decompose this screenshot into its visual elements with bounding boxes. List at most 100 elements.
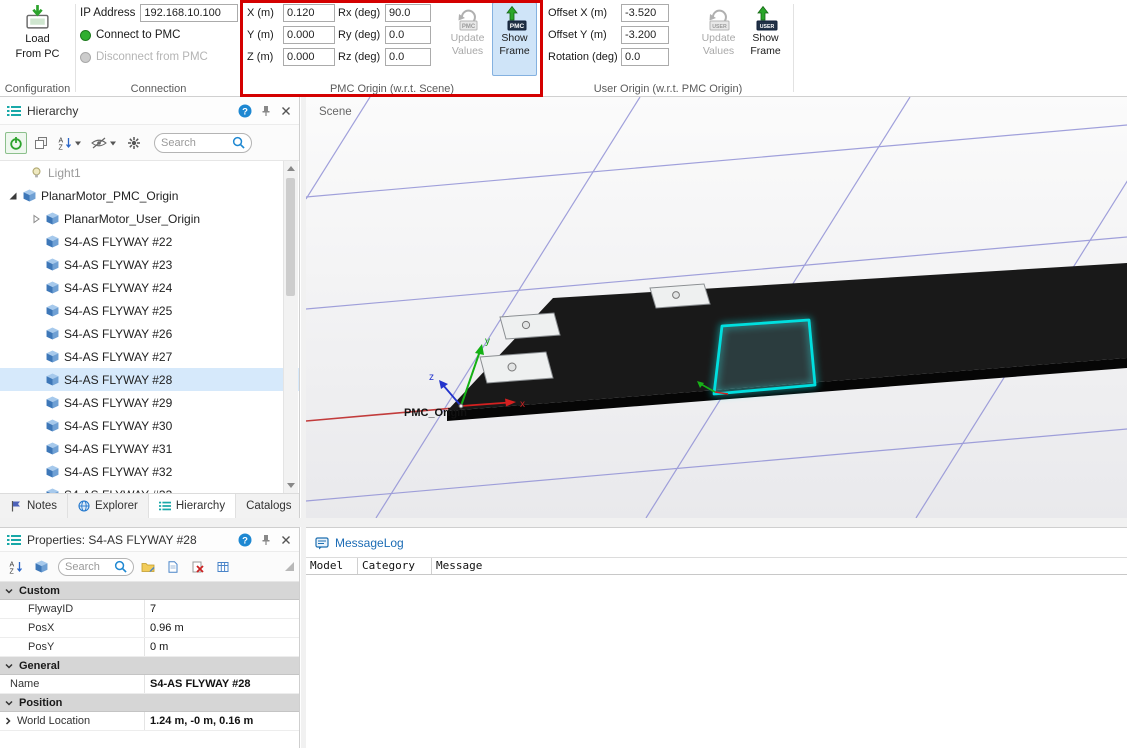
tree-item-flyway-22[interactable]: S4-AS FLYWAY #22 xyxy=(0,230,299,253)
axis-y-label: y xyxy=(485,336,490,347)
svg-text:PMC: PMC xyxy=(509,23,524,30)
selected-mover-highlight[interactable] xyxy=(714,320,815,394)
property-row-posx[interactable]: PosX 0.96 m xyxy=(0,619,299,638)
user-offset-x-input[interactable] xyxy=(621,4,669,22)
properties-panel-icon xyxy=(7,533,21,547)
visibility-dropdown-button[interactable] xyxy=(88,132,120,154)
connect-status-icon xyxy=(80,30,91,41)
cube-icon xyxy=(46,350,59,363)
hierarchy-toolbar xyxy=(0,125,299,161)
delete-property-button[interactable] xyxy=(187,556,209,578)
tab-catalogs[interactable]: Catalogs xyxy=(236,494,302,518)
property-row-name[interactable]: Name S4-AS FLYWAY #28 xyxy=(0,675,299,694)
ribbon-group-pmc-origin: X (m) Rx (deg) Y (m) Ry (deg) Z (m) Rz (… xyxy=(242,0,542,96)
help-icon[interactable] xyxy=(238,533,252,547)
sort-properties-button[interactable] xyxy=(5,556,27,578)
horizontal-splitter[interactable] xyxy=(0,518,1127,527)
messagelog-body[interactable] xyxy=(306,575,1127,745)
pmc-rx-input[interactable] xyxy=(385,4,431,22)
columns-view-button[interactable] xyxy=(212,556,234,578)
column-header-message[interactable]: Message xyxy=(432,558,1127,574)
sort-dropdown-button[interactable] xyxy=(55,132,85,154)
close-icon[interactable] xyxy=(280,534,292,546)
properties-search-input[interactable] xyxy=(65,561,114,573)
cube-icon xyxy=(46,327,59,340)
caret-down-icon xyxy=(109,139,117,147)
eye-slash-icon xyxy=(91,137,107,149)
ip-address-input[interactable] xyxy=(140,4,238,22)
tab-explorer[interactable]: Explorer xyxy=(68,494,149,518)
tree-item-flyway-25[interactable]: S4-AS FLYWAY #25 xyxy=(0,299,299,322)
scroll-down-button[interactable] xyxy=(284,478,298,493)
property-group-general[interactable]: General xyxy=(0,657,299,675)
tree-item-flyway-33[interactable]: S4-AS FLYWAY #33 xyxy=(0,483,299,493)
pmc-z-input[interactable] xyxy=(283,48,335,66)
hierarchy-panel-icon xyxy=(7,104,21,118)
close-icon[interactable] xyxy=(280,105,292,117)
tree-item-flyway-31[interactable]: S4-AS FLYWAY #31 xyxy=(0,437,299,460)
tree-item-light1[interactable]: Light1 xyxy=(0,161,299,184)
add-property-button[interactable] xyxy=(162,556,184,578)
collapse-all-button[interactable] xyxy=(30,132,52,154)
user-rotation-input[interactable] xyxy=(621,48,669,66)
user-update-values-button[interactable]: USER Update Values xyxy=(696,2,741,76)
property-row-flywayid[interactable]: FlywayID 7 xyxy=(0,600,299,619)
expand-row-icon[interactable] xyxy=(3,716,13,726)
pmc-rz-input[interactable] xyxy=(385,48,431,66)
user-offset-x-label: Offset X (m) xyxy=(548,7,618,19)
tree-item-flyway-32[interactable]: S4-AS FLYWAY #32 xyxy=(0,460,299,483)
pmc-show-frame-icon: PMC xyxy=(502,5,528,31)
column-header-category[interactable]: Category xyxy=(358,558,432,574)
pmc-x-input[interactable] xyxy=(283,4,335,22)
pmc-show-frame-button[interactable]: PMC Show Frame xyxy=(492,2,537,76)
settings-gear-button[interactable] xyxy=(123,132,145,154)
tab-notes[interactable]: Notes xyxy=(0,494,68,518)
category-view-button[interactable] xyxy=(30,556,52,578)
configuration-group-label: Configuration xyxy=(0,83,75,95)
messagelog-column-headers: Model Category Message xyxy=(306,557,1127,575)
tree-item-user-origin[interactable]: PlanarMotor_User_Origin xyxy=(0,207,299,230)
help-icon[interactable] xyxy=(238,104,252,118)
property-row-world-location[interactable]: World Location 1.24 m, -0 m, 0.16 m xyxy=(0,712,299,731)
property-group-position[interactable]: Position xyxy=(0,694,299,712)
column-header-model[interactable]: Model xyxy=(306,558,358,574)
pmc-y-input[interactable] xyxy=(283,26,335,44)
expander-expanded-icon[interactable] xyxy=(8,191,18,201)
chevron-down-icon xyxy=(4,661,14,671)
tab-hierarchy[interactable]: Hierarchy xyxy=(149,494,236,518)
tree-item-pmc-origin[interactable]: PlanarMotor_PMC_Origin xyxy=(0,184,299,207)
load-from-pc-button[interactable]: Load From PC xyxy=(5,4,71,61)
toolbar-resize-handle[interactable] xyxy=(285,562,294,571)
pin-icon[interactable] xyxy=(260,105,272,117)
connect-to-pmc-button[interactable]: Connect to PMC xyxy=(80,26,241,44)
pin-icon[interactable] xyxy=(260,534,272,546)
user-offset-y-input[interactable] xyxy=(621,26,669,44)
user-show-frame-button[interactable]: USER Show Frame xyxy=(743,2,788,76)
tree-item-flyway-23[interactable]: S4-AS FLYWAY #23 xyxy=(0,253,299,276)
cube-icon xyxy=(46,442,59,455)
messagelog-title: MessageLog xyxy=(335,536,404,550)
hierarchy-scrollbar[interactable] xyxy=(283,161,298,493)
cube-icon xyxy=(46,258,59,271)
tree-item-flyway-27[interactable]: S4-AS FLYWAY #27 xyxy=(0,345,299,368)
scene-viewport[interactable]: x y z PMC_Origin xyxy=(306,97,1127,518)
search-icon[interactable] xyxy=(114,560,127,573)
scroll-thumb[interactable] xyxy=(286,178,295,296)
tree-item-flyway-29[interactable]: S4-AS FLYWAY #29 xyxy=(0,391,299,414)
tree-item-flyway-28-selected[interactable]: S4-AS FLYWAY #28 xyxy=(0,368,299,391)
pmc-ry-input[interactable] xyxy=(385,26,431,44)
power-toggle-button[interactable] xyxy=(5,132,27,154)
disconnect-from-pmc-button[interactable]: Disconnect from PMC xyxy=(80,48,241,66)
tree-item-flyway-24[interactable]: S4-AS FLYWAY #24 xyxy=(0,276,299,299)
tree-item-flyway-26[interactable]: S4-AS FLYWAY #26 xyxy=(0,322,299,345)
property-group-custom[interactable]: Custom xyxy=(0,582,299,600)
hierarchy-search-input[interactable] xyxy=(161,137,232,149)
scroll-up-button[interactable] xyxy=(284,161,298,176)
edit-item-button[interactable] xyxy=(137,556,159,578)
tree-item-flyway-30[interactable]: S4-AS FLYWAY #30 xyxy=(0,414,299,437)
pmc-update-values-button[interactable]: PMC Update Values xyxy=(445,2,490,76)
expander-collapsed-icon[interactable] xyxy=(31,214,41,224)
property-row-posy[interactable]: PosY 0 m xyxy=(0,638,299,657)
pmc-z-label: Z (m) xyxy=(247,51,280,63)
search-icon[interactable] xyxy=(232,136,245,149)
